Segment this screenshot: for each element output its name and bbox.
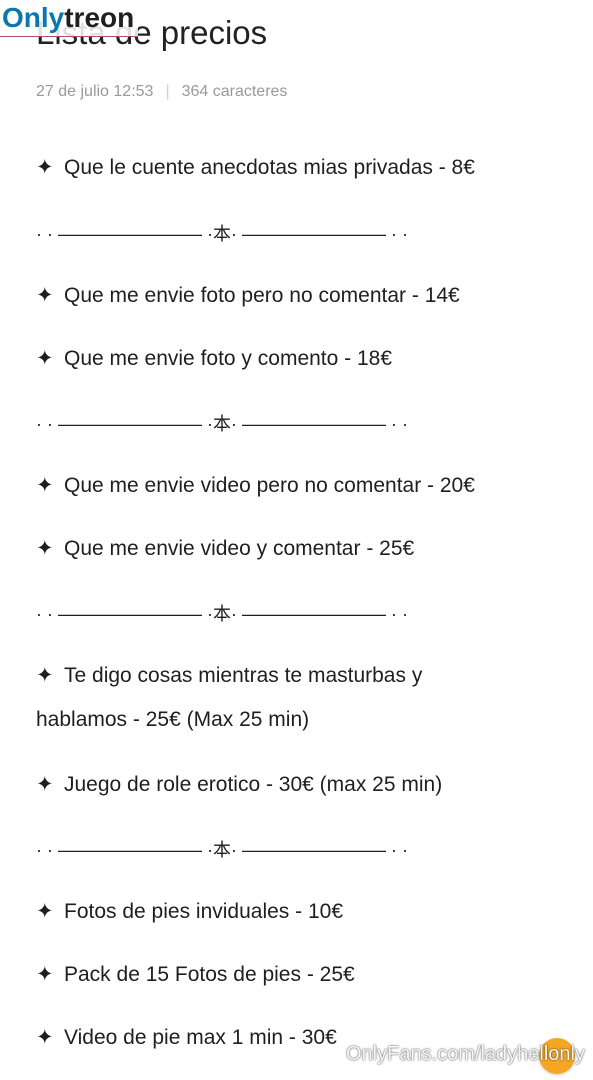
price-item-continuation: hablamos - 25€ (Max 25 min) [36,708,310,731]
star-icon: ✦ [36,537,54,560]
note-page: Lista de precios 27 de julio 12:53 | 364… [0,0,593,1080]
price-item: ✦ Video de pie max 1 min - 30€ [36,1026,337,1049]
star-icon: ✦ [36,347,54,370]
price-item: ✦ Fotos de pies inviduales - 10€ [36,900,343,923]
price-item: ✦ Que me envie foto y comento - 18€ [36,347,393,370]
price-item: ✦ Que me envie video y comentar - 25€ [36,537,415,560]
price-item: ✦ Que me envie video pero no comentar - 2… [36,474,475,497]
star-icon: ✦ [36,1026,54,1049]
divider: · · ———————— ·本· ———————— · · [36,414,408,434]
meta-separator: | [165,83,170,100]
star-icon: ✦ [36,664,54,687]
onlyfans-watermark: OnlyFans.com/ladyhellonly [346,1043,585,1065]
note-char-count: 364 caracteres [181,83,288,100]
divider: · · ———————— ·本· ———————— · · [36,224,408,244]
divider: · · ———————— ·本· ———————— · · [36,840,408,860]
star-icon: ✦ [36,156,54,179]
price-item: ✦ Juego de role erotico - 30€ (max 25 min… [36,773,443,796]
price-item: ✦ Pack de 15 Fotos de pies - 25€ [36,963,355,986]
note-date: 27 de julio 12:53 [36,83,154,100]
price-item: ✦ Que me envie foto pero no comentar - 14… [36,284,460,307]
note-meta: 27 de julio 12:53 | 364 caracteres [36,83,287,101]
star-icon: ✦ [36,900,54,923]
star-icon: ✦ [36,773,54,796]
divider: · · ———————— ·本· ———————— · · [36,604,408,624]
onlytreon-logo: Onlytreon [0,0,139,37]
price-item: ✦ Que le cuente anecdotas mias privadas -… [36,156,475,179]
star-icon: ✦ [36,284,54,307]
star-icon: ✦ [36,963,54,986]
star-icon: ✦ [36,474,54,497]
price-item: ✦ Te digo cosas mientras te masturbas y [36,664,423,687]
